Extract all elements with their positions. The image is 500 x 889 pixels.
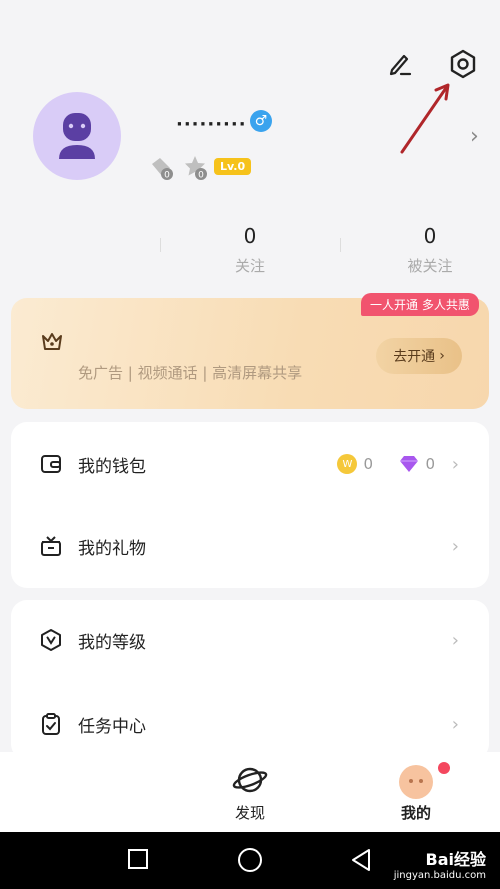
following-label[interactable]: 关注 — [210, 255, 290, 276]
star-badge[interactable]: 0 — [182, 154, 210, 186]
chevron-right-icon: › — [451, 629, 459, 651]
gift-icon — [41, 536, 61, 556]
divider — [160, 238, 161, 252]
tab-label: 发现 — [234, 804, 265, 822]
notification-dot — [438, 762, 450, 774]
diamond-balance: 0 — [399, 455, 435, 473]
menu-item-wallet[interactable]: 我的钱包 W 0 0 › — [11, 424, 489, 504]
pencil-icon — [389, 54, 412, 76]
menu-label: 我的礼物 — [78, 538, 146, 559]
home-icon[interactable] — [238, 848, 262, 872]
male-gender-icon: ♂ — [250, 110, 272, 132]
level-badge: Lv.0 — [214, 158, 252, 175]
chevron-right-icon[interactable]: › — [470, 124, 479, 149]
vip-promo-tag: 一人开通 多人共惠 — [361, 293, 479, 316]
star-icon: 0 — [185, 156, 207, 181]
menu-card-level-tasks: 我的等级 › 任务中心 › — [11, 600, 489, 760]
vip-description: 免广告 | 视频通话 | 高清屏幕共享 — [78, 364, 303, 382]
chevron-right-icon: › — [439, 348, 445, 364]
coin-balance: W 0 — [337, 454, 373, 474]
chevron-right-icon: › — [451, 453, 459, 475]
tab-label: 我的 — [400, 804, 431, 822]
vip-activate-button[interactable]: 去开通 › — [376, 338, 462, 374]
me-avatar-icon — [399, 765, 433, 799]
task-clipboard-icon — [42, 713, 60, 735]
planet-icon — [232, 767, 268, 793]
medal-badge[interactable]: 0 — [148, 154, 176, 186]
chevron-right-icon: › — [451, 535, 459, 557]
back-icon[interactable] — [350, 848, 372, 872]
level-shield-icon — [41, 629, 61, 651]
avatar[interactable] — [33, 92, 121, 180]
recent-apps-icon[interactable] — [128, 849, 148, 869]
menu-label: 任务中心 — [78, 716, 146, 737]
vip-activate-label: 去开通 — [393, 349, 436, 365]
chevron-right-icon: › — [451, 713, 459, 735]
crown-icon — [40, 330, 64, 356]
nickname: ········· — [176, 114, 247, 135]
default-user-icon — [59, 113, 95, 159]
medal-icon: 0 — [152, 158, 173, 181]
menu-label: 我的钱包 — [78, 456, 146, 477]
annotation-arrow — [400, 83, 450, 154]
followers-label[interactable]: 被关注 — [390, 255, 470, 276]
settings-hexagon-icon — [450, 49, 476, 79]
svg-text:0: 0 — [164, 171, 170, 181]
divider — [340, 238, 341, 252]
tab-discover[interactable]: 发现 — [210, 764, 290, 823]
diamond-icon — [400, 456, 419, 472]
following-count[interactable]: 0 — [210, 224, 290, 248]
wallet-icon — [41, 455, 61, 473]
coin-icon: W — [337, 454, 358, 474]
followers-count[interactable]: 0 — [390, 224, 470, 248]
svg-text:0: 0 — [198, 171, 204, 181]
baidu-jingyan-watermark: Bai经验 jingyan.baidu.com — [393, 850, 486, 881]
menu-item-level[interactable]: 我的等级 › — [11, 600, 489, 680]
menu-label: 我的等级 — [78, 632, 146, 653]
menu-card-wallet-gift: 我的钱包 W 0 0 › 我的礼物 › — [11, 422, 489, 588]
menu-item-gifts[interactable]: 我的礼物 › — [11, 506, 489, 586]
